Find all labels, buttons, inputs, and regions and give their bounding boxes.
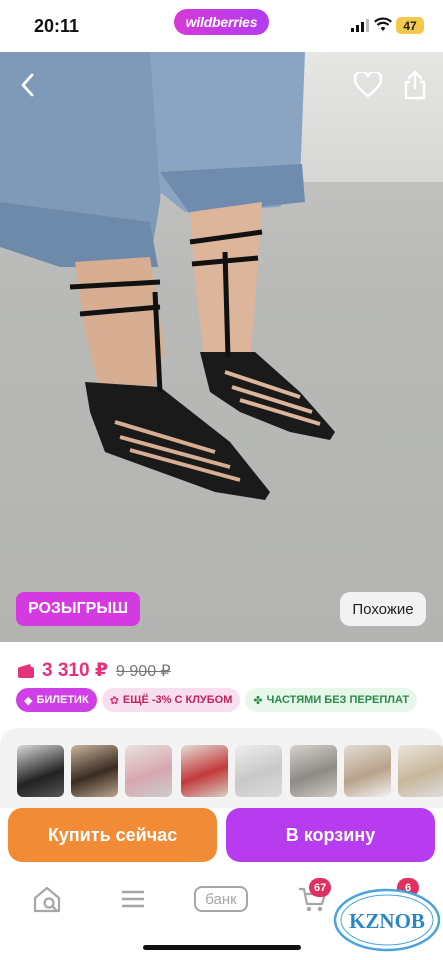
- status-time: 20:11: [34, 16, 80, 36]
- product-image[interactable]: РОЗЫГРЫШ Похожие: [0, 52, 443, 642]
- watermark-badge: KZNOB: [333, 888, 441, 952]
- thumbnail[interactable]: [71, 745, 118, 797]
- price-row: 3 310 ₽ 9 900 ₽: [18, 659, 171, 682]
- buy-now-button[interactable]: Купить сейчас: [8, 808, 217, 862]
- chip-label: ЧАСТЯМИ БЕЗ ПЕРЕПЛАТ: [266, 694, 410, 706]
- wifi-icon: [374, 17, 392, 31]
- thumbnail[interactable]: [235, 745, 282, 797]
- ticket-icon: ◆: [24, 694, 33, 707]
- add-to-cart-button[interactable]: В корзину: [226, 808, 435, 862]
- promo-chips: ◆ БИЛЕТИК ✿ ЕЩЁ -3% С КЛУБОМ ✤ ЧАСТЯМИ Б…: [16, 688, 418, 712]
- club-chip[interactable]: ✿ ЕЩЁ -3% С КЛУБОМ: [101, 688, 241, 712]
- old-price: 9 900 ₽: [116, 662, 171, 680]
- thumbnail[interactable]: [17, 745, 64, 797]
- thumbnail[interactable]: [344, 745, 391, 797]
- home-indicator[interactable]: [143, 945, 301, 950]
- similar-button[interactable]: Похожие: [340, 592, 426, 626]
- product-photo: [0, 52, 335, 500]
- wallet-icon: [18, 663, 34, 678]
- status-bar: 20:11 wildberries 47: [0, 0, 443, 52]
- installments-chip[interactable]: ✤ ЧАСТЯМИ БЕЗ ПЕРЕПЛАТ: [245, 688, 418, 712]
- home-search-icon[interactable]: [30, 884, 64, 914]
- club-icon: ✿: [109, 694, 119, 707]
- brand-logo: wildberries: [174, 9, 269, 35]
- raffle-badge[interactable]: РОЗЫГРЫШ: [16, 592, 141, 626]
- bank-tab[interactable]: банк: [194, 886, 248, 912]
- watermark-text: KZNOB: [349, 909, 425, 933]
- cart-count-badge: 67: [309, 878, 332, 897]
- heart-icon[interactable]: [354, 72, 382, 98]
- back-icon[interactable]: [18, 72, 38, 98]
- clover-icon: ✤: [253, 694, 263, 707]
- thumbnail[interactable]: [290, 745, 337, 797]
- ticket-chip[interactable]: ◆ БИЛЕТИК: [16, 688, 97, 712]
- battery-indicator: 47: [396, 17, 424, 34]
- cellular-signal-icon: [351, 19, 369, 32]
- chip-label: БИЛЕТИК: [36, 694, 89, 706]
- share-icon[interactable]: [403, 70, 427, 100]
- thumbnail[interactable]: [125, 745, 172, 797]
- current-price: 3 310 ₽: [42, 660, 109, 681]
- thumbnail[interactable]: [181, 745, 228, 797]
- variants-strip: [0, 728, 443, 808]
- thumbnail[interactable]: [398, 745, 443, 797]
- chip-label: ЕЩЁ -3% С КЛУБОМ: [122, 694, 233, 706]
- catalog-menu-icon[interactable]: [116, 884, 150, 914]
